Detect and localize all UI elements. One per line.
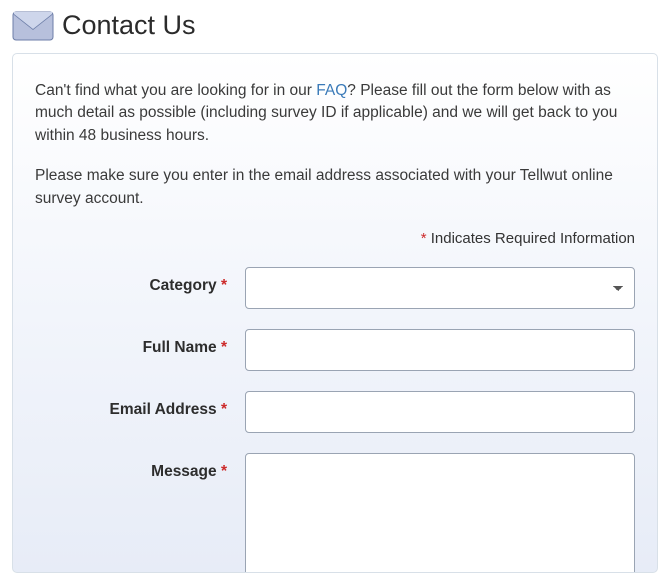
intro-text: Can't find what you are looking for in o… (35, 80, 635, 147)
message-textarea[interactable] (245, 453, 635, 573)
asterisk-icon: * (421, 230, 427, 247)
label-full-name: Full Name * (35, 329, 233, 357)
row-full-name: Full Name * (35, 329, 635, 371)
label-category-text: Category (149, 277, 216, 294)
email-note: Please make sure you enter in the email … (35, 165, 635, 210)
faq-link[interactable]: FAQ (316, 82, 347, 99)
label-email-text: Email Address (110, 401, 217, 418)
asterisk-icon: * (221, 277, 227, 294)
asterisk-icon: * (221, 339, 227, 356)
label-full-name-text: Full Name (143, 339, 217, 356)
page-header: Contact Us (0, 0, 670, 53)
label-message-text: Message (151, 463, 216, 480)
label-email: Email Address * (35, 391, 233, 419)
required-indicator-text: Indicates Required Information (431, 230, 635, 247)
label-category: Category * (35, 267, 233, 295)
page-title: Contact Us (62, 10, 196, 41)
row-email: Email Address * (35, 391, 635, 433)
row-message: Message * (35, 453, 635, 573)
asterisk-icon: * (221, 401, 227, 418)
asterisk-icon: * (221, 463, 227, 480)
row-category: Category * (35, 267, 635, 309)
contact-form-panel: Can't find what you are looking for in o… (12, 53, 658, 573)
intro-text-part1: Can't find what you are looking for in o… (35, 82, 316, 99)
label-message: Message * (35, 453, 233, 481)
email-input[interactable] (245, 391, 635, 433)
full-name-input[interactable] (245, 329, 635, 371)
category-select[interactable] (245, 267, 635, 309)
required-indicator: * Indicates Required Information (35, 230, 635, 247)
envelope-icon (12, 11, 54, 41)
